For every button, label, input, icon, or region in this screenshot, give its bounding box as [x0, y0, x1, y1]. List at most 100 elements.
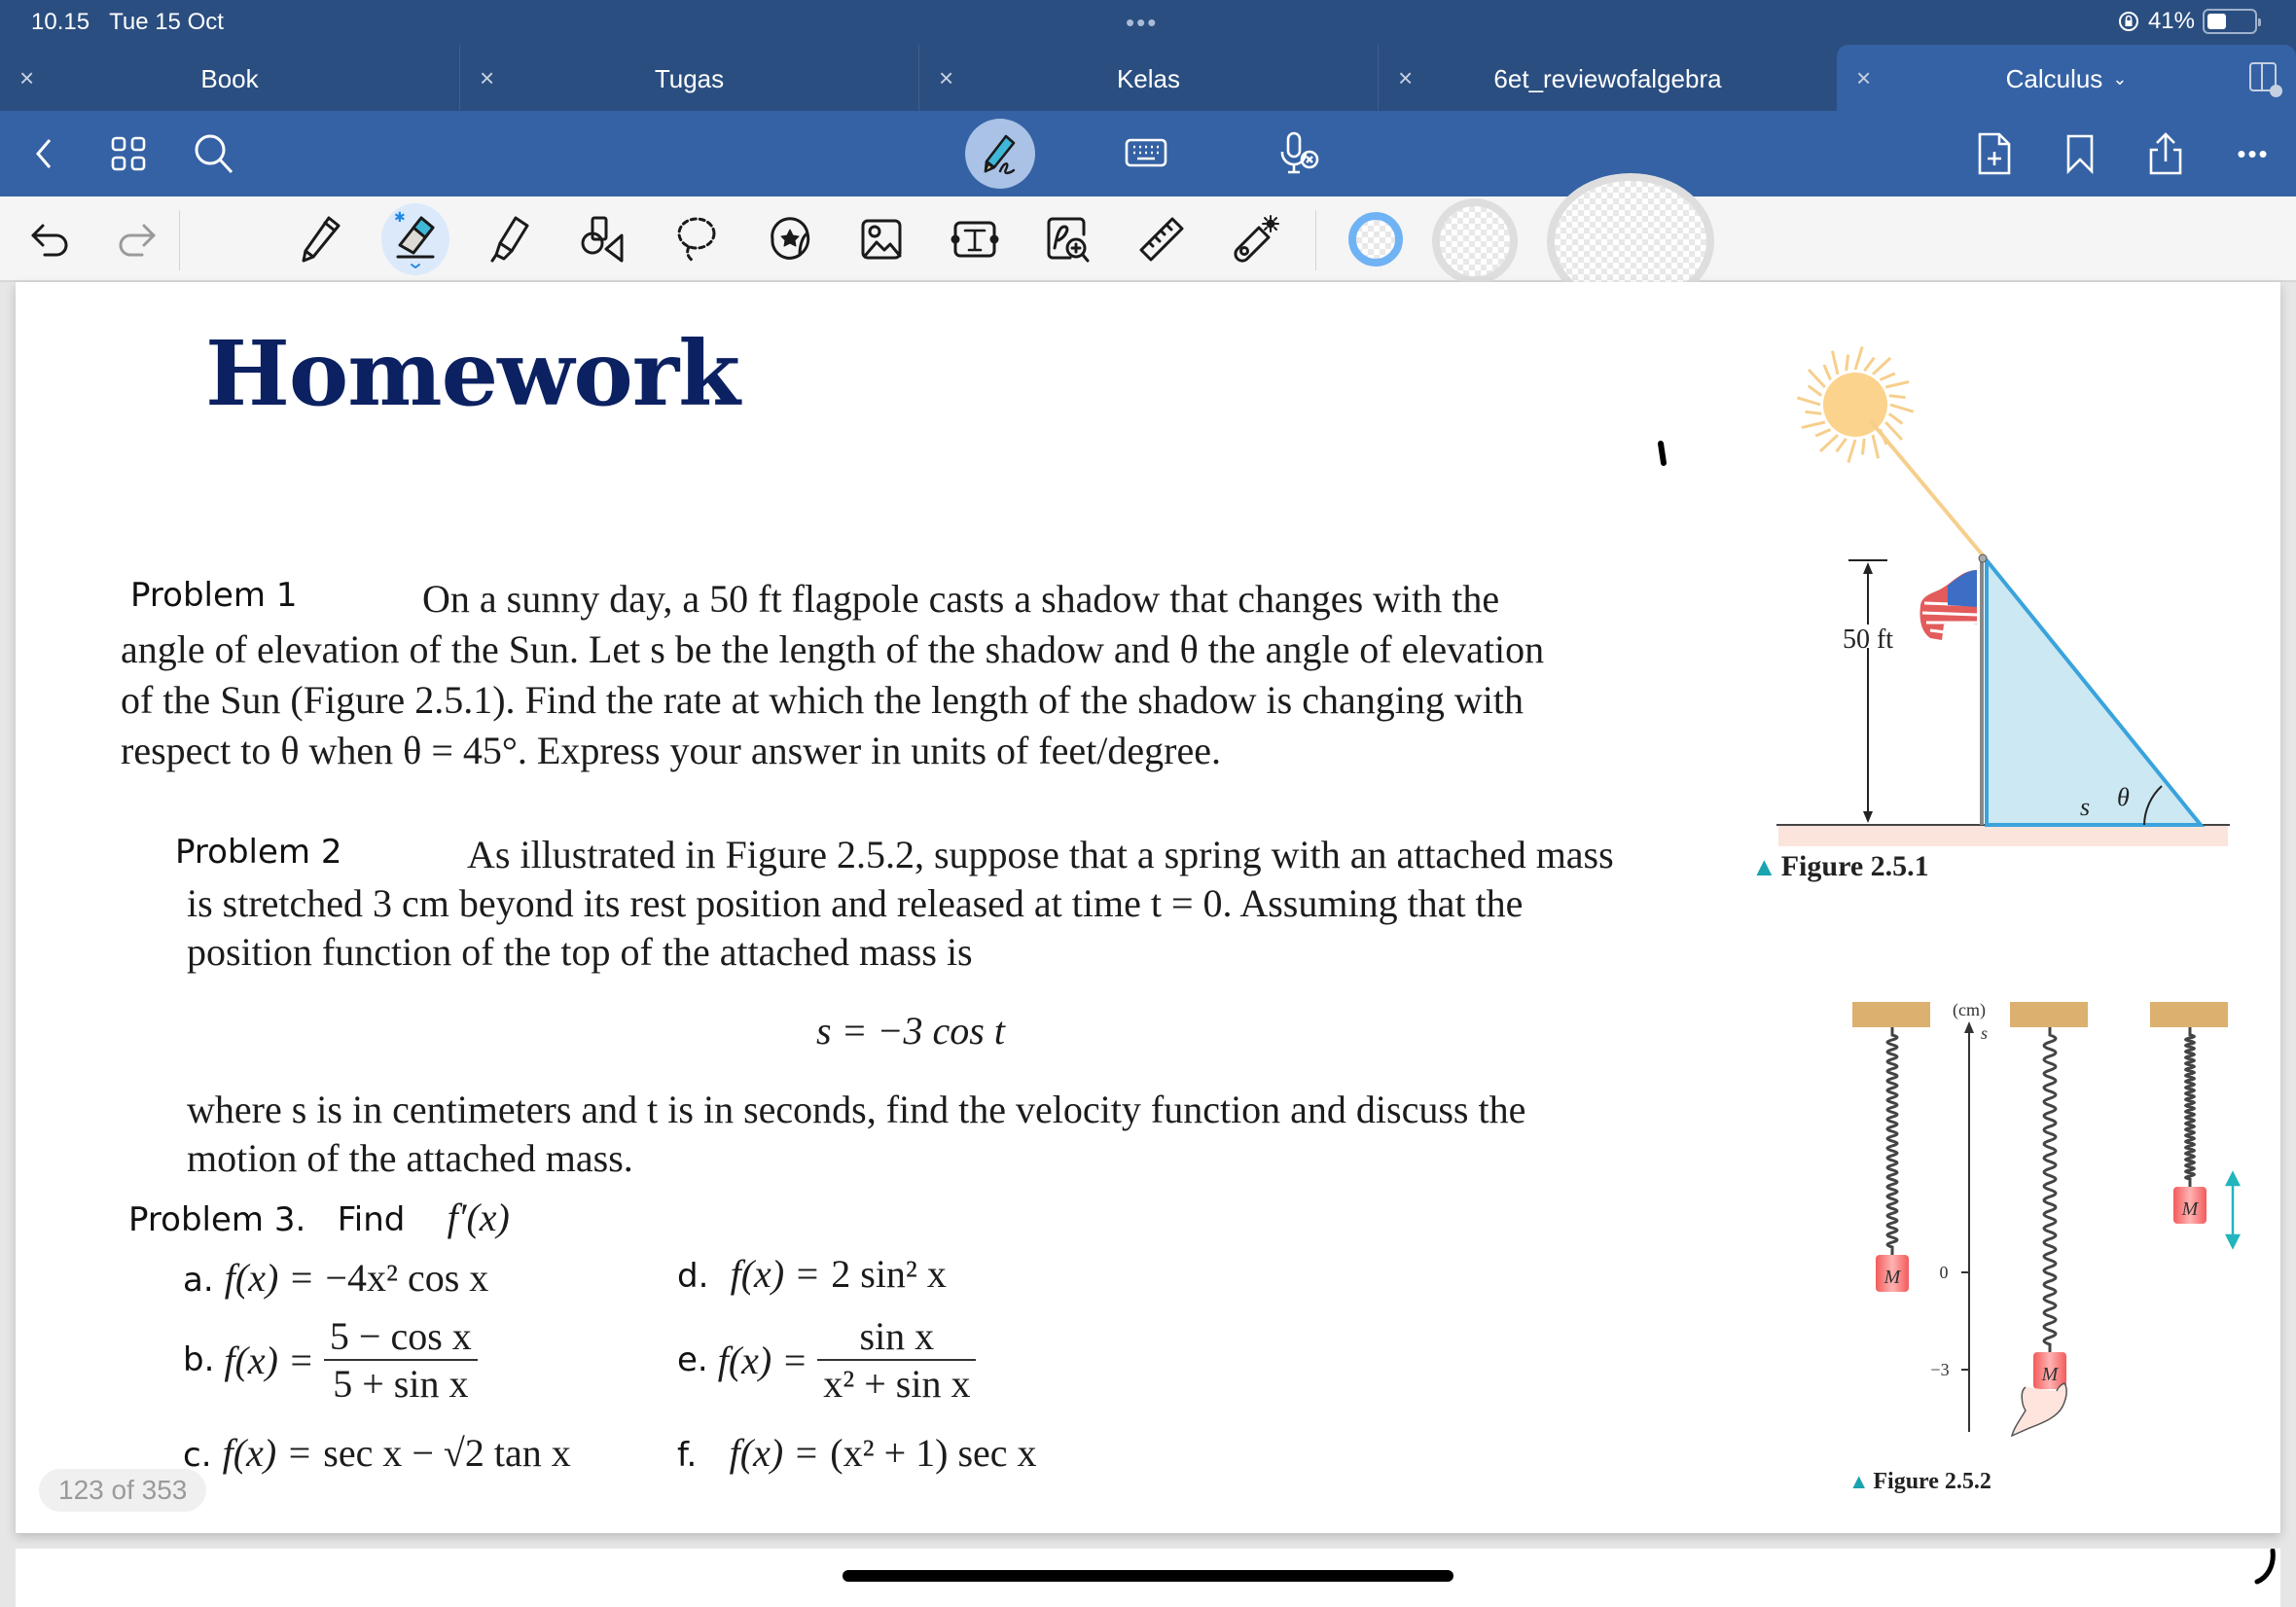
axis-unit: (cm): [1953, 1000, 1986, 1020]
battery-percent: 41%: [2147, 8, 2195, 34]
mass-label: M: [1883, 1267, 1902, 1288]
ground: [1778, 825, 2228, 846]
add-page-button[interactable]: [1965, 125, 2024, 183]
tab-6et-reviewofalgebra[interactable]: × 6et_reviewofalgebra: [1378, 45, 1837, 111]
bookmark-button[interactable]: [2051, 125, 2109, 183]
orientation-lock-icon: [2118, 12, 2138, 31]
axis-variable: s: [1981, 1023, 1988, 1043]
more-button[interactable]: •••: [2224, 125, 2282, 183]
page-counter: 123 of 353: [39, 1469, 207, 1512]
problem-2-line: As illustrated in Figure 2.5.2, suppose …: [467, 833, 1614, 876]
ink-stroke[interactable]: [1650, 438, 1679, 477]
back-button[interactable]: [16, 125, 74, 183]
zoom-box-tool[interactable]: [1039, 210, 1097, 268]
share-icon: [2149, 132, 2182, 175]
sun-ray: [1814, 428, 1832, 438]
toolbar-divider: [1315, 210, 1316, 270]
battery-icon: [2203, 9, 2261, 34]
problem-1-line: angle of elevation of the Sun. Let s be …: [121, 627, 1545, 671]
lasso-tool[interactable]: [667, 210, 726, 268]
redo-button[interactable]: [107, 210, 165, 268]
tab-kelas[interactable]: × Kelas: [918, 45, 1378, 111]
image-tool[interactable]: [852, 210, 911, 268]
item-b: b. f(x) = 5 − cos x 5 + sin x: [183, 1313, 478, 1407]
sun-ray: [1888, 394, 1906, 400]
chevron-down-icon[interactable]: ⌄: [2112, 69, 2127, 89]
shadow-label: s: [2080, 793, 2090, 821]
sun-ray: [1845, 354, 1850, 372]
tab-label: Book: [200, 64, 259, 93]
item-a: a. f(x) = −4x² cos x: [183, 1255, 488, 1301]
problem-1-line: of the Sun (Figure 2.5.1). Find the rate…: [121, 678, 1524, 722]
bookmark-icon: [2066, 134, 2094, 175]
figure-2-5-2-caption: ▲ Figure 2.5.2: [1848, 1469, 1991, 1495]
figure-2-5-1-flagpole: 50 ft s θ: [1776, 345, 2230, 846]
denominator: x² + sin x: [823, 1362, 971, 1406]
home-indicator[interactable]: [843, 1570, 1453, 1582]
undo-button[interactable]: [21, 210, 80, 268]
shapes-tool[interactable]: [574, 210, 632, 268]
handwriting-pen-mode-icon: [984, 134, 1016, 175]
ruler-tool[interactable]: [1132, 210, 1191, 268]
sun-ray: [1868, 418, 1986, 558]
sun-ray: [1807, 384, 1823, 397]
sun-ray: [1830, 350, 1840, 375]
color-swatch-selected[interactable]: [1348, 212, 1403, 267]
ink-stroke: [2254, 1549, 2276, 1585]
position-equation: s = −3 cos t: [816, 1009, 1005, 1053]
tab-book[interactable]: × Book: [0, 45, 459, 111]
sticker-icon: [771, 217, 810, 260]
voice-input-button[interactable]: [1271, 125, 1329, 183]
eraser-tool[interactable]: ✱: [381, 203, 449, 275]
lasso-icon: [677, 217, 716, 263]
search-button[interactable]: [185, 125, 243, 183]
annotation-toolbar: ✱: [0, 173, 2296, 309]
sun-ray: [1887, 412, 1904, 425]
sun-ray: [1860, 438, 1866, 455]
grid-view-button[interactable]: [99, 125, 158, 183]
color-swatch[interactable]: [1432, 198, 1518, 284]
sun-icon: [1796, 345, 1915, 464]
pen-icon: [302, 216, 341, 263]
status-time: 10.15 Tue 15 Oct: [31, 9, 224, 35]
keyboard-button[interactable]: [1117, 125, 1175, 183]
item-lhs: f(x) =: [222, 1431, 313, 1475]
problem-1-line: On a sunny day, a 50 ft flagpole casts a…: [422, 577, 1500, 621]
tab-tugas[interactable]: × Tugas: [459, 45, 918, 111]
handwriting-mode-button[interactable]: [965, 119, 1035, 189]
hand: [2010, 1382, 2067, 1438]
laser-pointer-tool[interactable]: [1226, 210, 1284, 268]
page-title: Homework: [205, 321, 740, 426]
sun-ray: [1871, 434, 1881, 459]
text-box-tool[interactable]: [946, 210, 1004, 268]
redo-icon: [119, 224, 156, 257]
sticker-tool[interactable]: [761, 210, 819, 268]
share-button[interactable]: [2136, 125, 2195, 183]
keyboard-icon: [1125, 138, 1167, 167]
item-letter: f.: [677, 1436, 698, 1475]
sun-ray: [1863, 356, 1876, 373]
multitasking-dots[interactable]: •••: [1126, 8, 1158, 38]
pen-tool[interactable]: [292, 210, 350, 268]
undo-icon: [31, 224, 68, 257]
caption-text: Figure 2.5.2: [1873, 1469, 1991, 1494]
ceiling-block: [2150, 1002, 2228, 1027]
split-view-icon[interactable]: [2249, 62, 2282, 97]
battery-level: [2207, 14, 2226, 29]
tab-calculus[interactable]: × Calculus ⌄: [1837, 45, 2296, 111]
grid-view-icon: [111, 136, 146, 171]
problem-2-text: As illustrated in Figure 2.5.2, suppose …: [187, 831, 1652, 977]
tab-label: Calculus ⌄: [1837, 64, 2296, 94]
sun-ray: [1884, 379, 1910, 389]
ceiling-block: [1852, 1002, 1930, 1027]
image-icon: [861, 219, 902, 260]
numerator: sin x: [817, 1313, 977, 1361]
numerator: 5 − cos x: [323, 1313, 478, 1361]
highlighter-tool[interactable]: [481, 210, 539, 268]
text-box-icon: [951, 221, 999, 258]
document-page[interactable]: Homework Problem 1 On a sunny day, a 50 …: [16, 282, 2280, 1533]
sun-ray: [1796, 396, 1821, 407]
tab-label: Kelas: [1116, 64, 1181, 93]
problem-2-line: is stretched 3 cm beyond its rest positi…: [187, 881, 1524, 925]
sun-ray: [1847, 439, 1857, 464]
